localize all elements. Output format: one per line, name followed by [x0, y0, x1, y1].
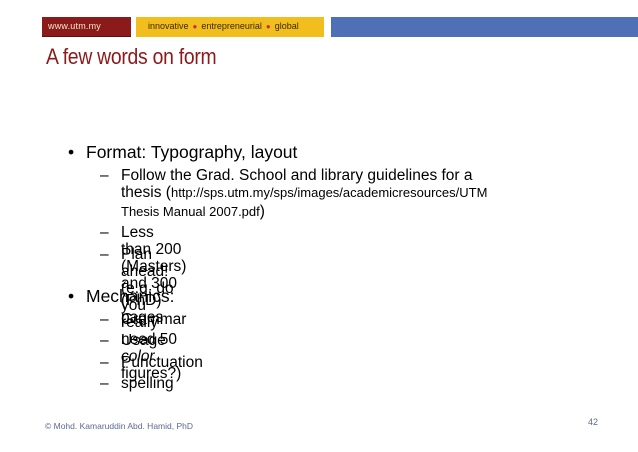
guidelines-link-2[interactable]: Thesis Manual 2007.pdf	[121, 204, 260, 219]
dash-icon: –	[100, 167, 109, 184]
dash-icon: –	[100, 354, 109, 371]
guidelines-link-1[interactable]: http://sps.utm.my/sps/images/academicres…	[171, 185, 487, 200]
bullet-mechanics: • Mechanics:	[68, 286, 175, 307]
site-url[interactable]: www.utm.my	[48, 21, 101, 31]
list-item: – Usage	[100, 332, 166, 349]
list-item: – Grammar	[100, 311, 187, 328]
list-item: – spelling	[100, 375, 174, 392]
page-number: 42	[587, 417, 598, 427]
item-punctuation: Punctuation	[121, 354, 203, 371]
sub-item-guidelines: – Follow the Grad. School and library gu…	[100, 167, 591, 220]
item-spelling: spelling	[121, 375, 174, 392]
tagline-word-3: global	[274, 21, 299, 31]
item-grammar: Grammar	[121, 311, 187, 328]
bullet-dot-icon: ●	[265, 22, 271, 31]
guidelines-line-3: Thesis Manual 2007.pdf)	[121, 203, 591, 220]
dash-icon: –	[100, 311, 109, 328]
blue-banner	[331, 17, 638, 37]
bullet-dot-icon: ●	[192, 22, 198, 31]
bullet-icon: •	[68, 142, 75, 162]
footer-credit: © Mohd. Kamaruddin Abd. Hamid, PhD	[45, 421, 194, 431]
bullet-mechanics-text: Mechanics:	[86, 286, 175, 306]
url-banner[interactable]: www.utm.my	[42, 17, 131, 37]
list-item: – Punctuation	[100, 354, 203, 371]
bullet-format: • Format: Typography, layout	[68, 142, 298, 163]
guidelines-line-2: thesis (http://sps.utm.my/sps/images/aca…	[121, 184, 591, 201]
guidelines-close: )	[259, 203, 265, 220]
tagline-word-1: innovative	[148, 21, 189, 31]
slide-title: A few words on form	[46, 44, 217, 69]
tagline: innovative ● entrepreneurial ● global	[148, 21, 299, 31]
dash-icon: –	[100, 332, 109, 349]
bullet-format-text: Format: Typography, layout	[86, 142, 298, 162]
dash-icon: –	[100, 375, 109, 392]
item-usage: Usage	[121, 332, 166, 349]
tagline-word-2: entrepreneurial	[201, 21, 262, 31]
bullet-icon: •	[68, 286, 75, 306]
tagline-banner: innovative ● entrepreneurial ● global	[136, 17, 324, 37]
header-bar: www.utm.my innovative ● entrepreneurial ● gl…	[0, 17, 638, 37]
dash-icon: –	[100, 246, 109, 263]
dash-icon: –	[100, 224, 109, 241]
guidelines-line-1: Follow the Grad. School and library guid…	[121, 167, 473, 184]
guidelines-thesis: thesis (	[121, 184, 171, 201]
